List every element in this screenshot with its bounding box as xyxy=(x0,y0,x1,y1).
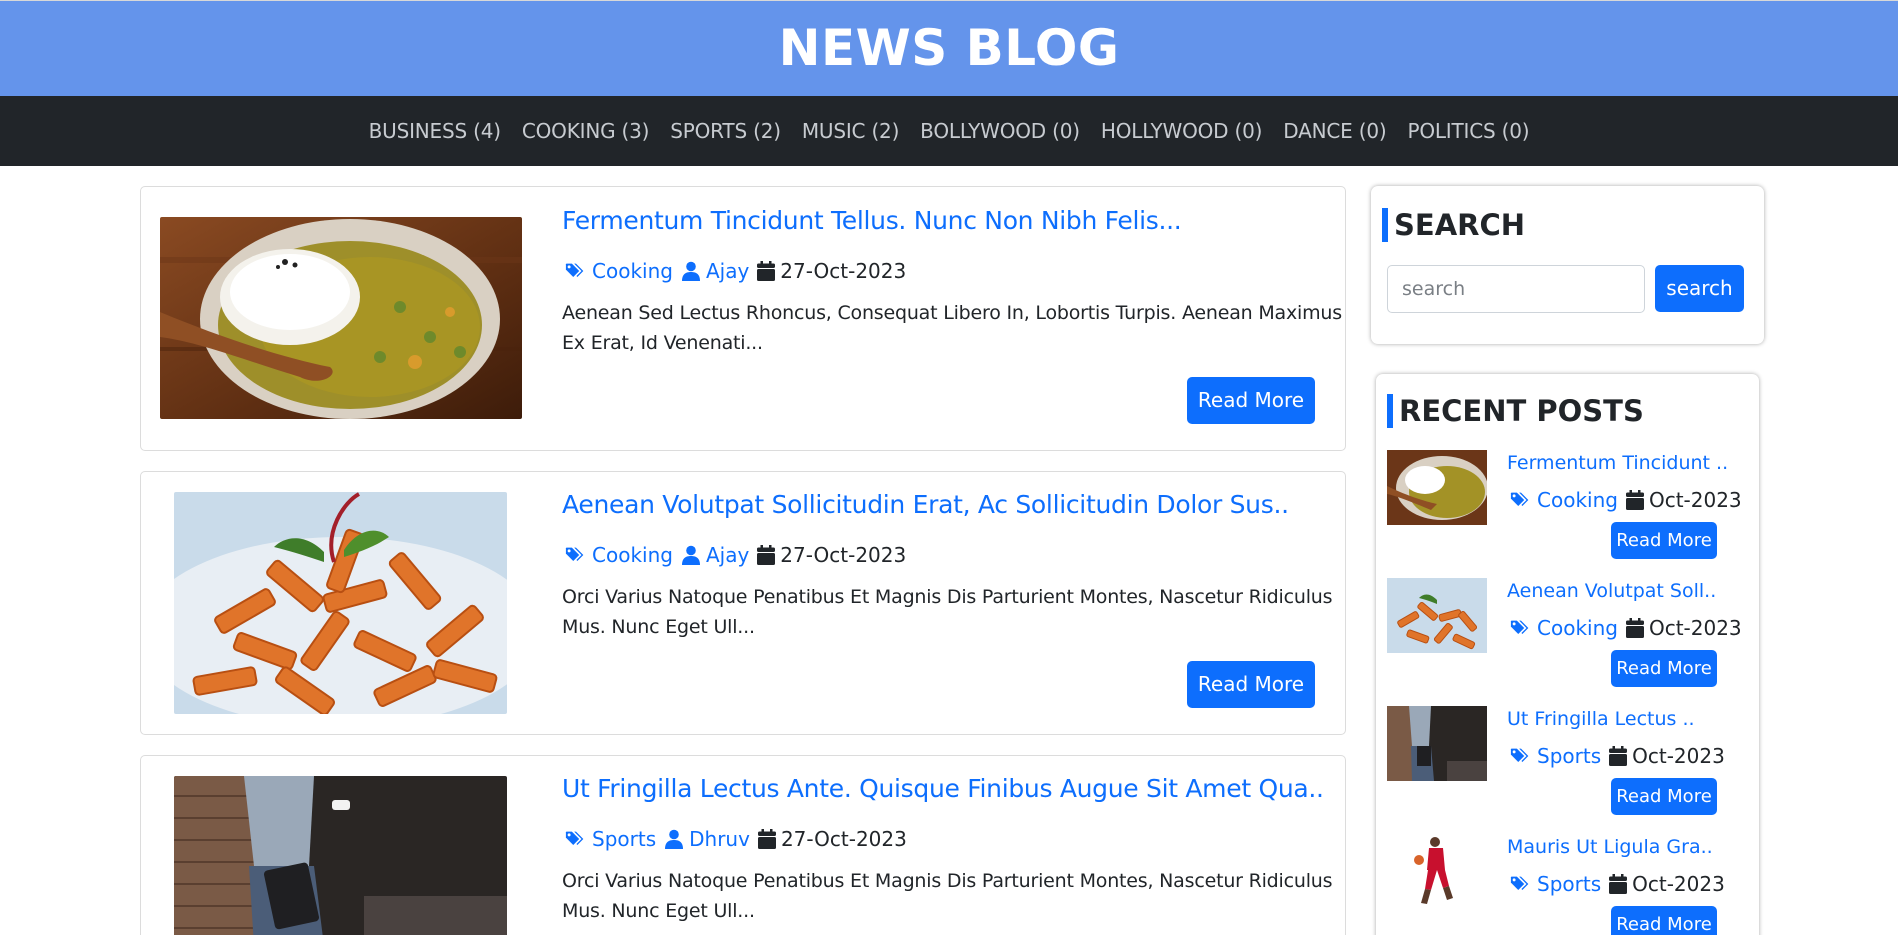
search-title: SEARCH xyxy=(1382,208,1525,242)
post-card: Ut Fringilla Lectus Ante. Quisque Finibu… xyxy=(140,755,1346,935)
recent-posts-title-text: RECENT POSTS xyxy=(1399,394,1644,428)
post-category[interactable]: Cooking xyxy=(565,541,673,569)
recent-post-title[interactable]: Ut Fringilla Lectus .. xyxy=(1507,708,1695,730)
nav-item-politics[interactable]: POLITICS (0) xyxy=(1407,116,1529,146)
recent-post-meta: Sports Oct-2023 xyxy=(1510,742,1733,770)
post-author[interactable]: Ajay xyxy=(681,257,749,285)
post-meta: Cooking Ajay 27-Oct-2023 xyxy=(565,257,914,285)
read-more-button[interactable]: Read More xyxy=(1187,377,1315,424)
post-excerpt: Orci Varius Natoque Penatibus Et Magnis … xyxy=(562,870,1333,922)
tags-icon xyxy=(565,829,587,849)
recent-post-category[interactable]: Sports xyxy=(1510,870,1601,898)
nav-item-business[interactable]: BUSINESS (4) xyxy=(369,116,501,146)
post-title[interactable]: Fermentum Tincidunt Tellus. Nunc Non Nib… xyxy=(562,205,1182,237)
post-author[interactable]: Dhruv xyxy=(664,825,750,853)
recent-post-item: Aenean Volutpat Soll.. Cooking Oct-2023 … xyxy=(1387,578,1767,688)
post-thumbnail-pasta[interactable] xyxy=(174,492,507,714)
nav-item-dance[interactable]: DANCE (0) xyxy=(1283,116,1386,146)
nav-item-bollywood[interactable]: BOLLYWOOD (0) xyxy=(920,116,1080,146)
user-icon xyxy=(681,261,701,281)
recent-post-category[interactable]: Cooking xyxy=(1510,486,1618,514)
post-category[interactable]: Sports xyxy=(565,825,656,853)
post-thumbnail-man-reading[interactable] xyxy=(174,776,507,935)
search-button[interactable]: search xyxy=(1655,265,1744,312)
tags-icon xyxy=(1510,746,1532,766)
tags-icon xyxy=(565,545,587,565)
search-input[interactable] xyxy=(1387,265,1645,313)
recent-post-item: Mauris Ut Ligula Gra.. Sports Oct-2023 R… xyxy=(1387,834,1767,935)
recent-post-thumbnail[interactable] xyxy=(1387,834,1487,909)
calendar-icon xyxy=(757,545,775,565)
recent-post-meta: Cooking Oct-2023 xyxy=(1510,486,1750,514)
recent-post-category[interactable]: Sports xyxy=(1510,742,1601,770)
post-date: 27-Oct-2023 xyxy=(757,257,906,285)
calendar-icon xyxy=(757,261,775,281)
recent-post-thumbnail[interactable] xyxy=(1387,578,1487,653)
category-nav: BUSINESS (4) COOKING (3) SPORTS (2) MUSI… xyxy=(0,96,1898,166)
tags-icon xyxy=(1510,490,1532,510)
calendar-icon xyxy=(1626,490,1644,510)
recent-post-meta: Sports Oct-2023 xyxy=(1510,870,1733,898)
recent-post-title[interactable]: Aenean Volutpat Soll.. xyxy=(1507,580,1716,602)
post-date: 27-Oct-2023 xyxy=(758,825,907,853)
post-title[interactable]: Ut Fringilla Lectus Ante. Quisque Finibu… xyxy=(562,773,1324,805)
recent-post-thumbnail[interactable] xyxy=(1387,450,1487,525)
recent-post-title[interactable]: Fermentum Tincidunt .. xyxy=(1507,452,1728,474)
recent-posts-title: RECENT POSTS xyxy=(1387,394,1644,428)
post-category[interactable]: Cooking xyxy=(565,257,673,285)
tags-icon xyxy=(565,261,587,281)
post-title[interactable]: Aenean Volutpat Sollicitudin Erat, Ac So… xyxy=(562,489,1289,521)
post-meta: Sports Dhruv 27-Oct-2023 xyxy=(565,825,915,853)
calendar-icon xyxy=(758,829,776,849)
post-author[interactable]: Ajay xyxy=(681,541,749,569)
post-excerpt: Orci Varius Natoque Penatibus Et Magnis … xyxy=(562,586,1333,638)
calendar-icon xyxy=(1609,874,1627,894)
recent-post-meta: Cooking Oct-2023 xyxy=(1510,614,1750,642)
tags-icon xyxy=(1510,618,1532,638)
post-card: Aenean Volutpat Sollicitudin Erat, Ac So… xyxy=(140,471,1346,735)
recent-post-item: Ut Fringilla Lectus .. Sports Oct-2023 R… xyxy=(1387,706,1767,816)
post-date: 27-Oct-2023 xyxy=(757,541,906,569)
read-more-button[interactable]: Read More xyxy=(1611,778,1717,815)
read-more-button[interactable]: Read More xyxy=(1611,522,1717,559)
recent-post-item: Fermentum Tincidunt .. Cooking Oct-2023 … xyxy=(1387,450,1767,560)
tags-icon xyxy=(1510,874,1532,894)
user-icon xyxy=(681,545,701,565)
recent-post-date: Oct-2023 xyxy=(1609,742,1725,770)
recent-post-title[interactable]: Mauris Ut Ligula Gra.. xyxy=(1507,836,1713,858)
post-excerpt: Aenean Sed Lectus Rhoncus, Consequat Lib… xyxy=(562,302,1342,354)
nav-item-cooking[interactable]: COOKING (3) xyxy=(522,116,650,146)
post-thumbnail-curry[interactable] xyxy=(160,217,522,419)
recent-post-thumbnail[interactable] xyxy=(1387,706,1487,781)
site-header: NEWS BLOG xyxy=(0,0,1898,96)
user-icon xyxy=(664,829,684,849)
calendar-icon xyxy=(1626,618,1644,638)
recent-post-category[interactable]: Cooking xyxy=(1510,614,1618,642)
recent-post-date: Oct-2023 xyxy=(1626,486,1742,514)
read-more-button[interactable]: Read More xyxy=(1187,661,1315,708)
nav-item-music[interactable]: MUSIC (2) xyxy=(802,116,900,146)
title-accent-bar xyxy=(1382,208,1388,242)
post-meta: Cooking Ajay 27-Oct-2023 xyxy=(565,541,914,569)
calendar-icon xyxy=(1609,746,1627,766)
search-title-text: SEARCH xyxy=(1394,208,1526,242)
post-card: Fermentum Tincidunt Tellus. Nunc Non Nib… xyxy=(140,186,1346,451)
site-title[interactable]: NEWS BLOG xyxy=(0,19,1898,77)
recent-post-date: Oct-2023 xyxy=(1609,870,1725,898)
title-accent-bar xyxy=(1387,394,1393,428)
nav-item-hollywood[interactable]: HOLLYWOOD (0) xyxy=(1101,116,1263,146)
recent-post-date: Oct-2023 xyxy=(1626,614,1742,642)
read-more-button[interactable]: Read More xyxy=(1611,906,1717,935)
nav-item-sports[interactable]: SPORTS (2) xyxy=(670,116,781,146)
read-more-button[interactable]: Read More xyxy=(1611,650,1717,687)
